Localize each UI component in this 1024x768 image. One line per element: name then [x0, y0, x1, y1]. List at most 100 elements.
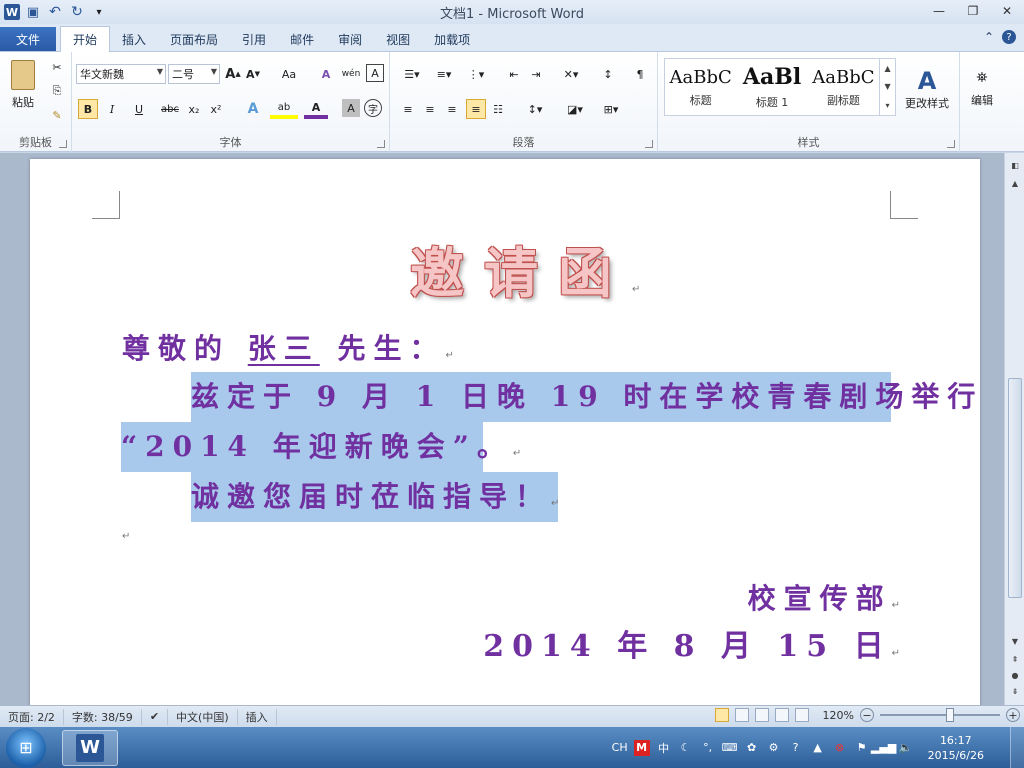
- invitation-title[interactable]: 邀请函↵: [410, 229, 640, 308]
- asian-layout-icon[interactable]: ✕▾: [558, 64, 584, 84]
- clear-formatting-button[interactable]: A: [316, 64, 336, 84]
- style-title[interactable]: AaBbC 标题: [665, 59, 736, 115]
- align-center-icon[interactable]: ≡: [420, 99, 440, 119]
- body-line-1[interactable]: 兹定于 9 月 1 日晚 19 时在学校青春剧场举行: [191, 372, 975, 422]
- word-app-icon[interactable]: W: [4, 4, 20, 20]
- zoom-level[interactable]: 120%: [823, 709, 854, 722]
- prev-page-icon[interactable]: ⇞: [1005, 651, 1024, 667]
- borders-icon[interactable]: ⊞▾: [598, 99, 624, 119]
- multilevel-list-icon[interactable]: ⋮▾: [462, 64, 490, 84]
- char-shading-button[interactable]: A: [342, 99, 360, 117]
- font-launcher-icon[interactable]: [377, 140, 385, 148]
- outline-view-icon[interactable]: [774, 708, 789, 722]
- next-page-icon[interactable]: ⇟: [1005, 683, 1024, 699]
- tab-insert[interactable]: 插入: [110, 27, 158, 51]
- underline-button[interactable]: U: [126, 99, 152, 119]
- language-indicator[interactable]: 中文(中国): [168, 708, 238, 725]
- styles-launcher-icon[interactable]: [947, 140, 955, 148]
- toolbox-icon[interactable]: ⚙: [766, 740, 782, 756]
- scroll-up-icon[interactable]: ▲: [1005, 175, 1024, 191]
- tab-page-layout[interactable]: 页面布局: [158, 27, 230, 51]
- shading-bucket-icon[interactable]: ◪▾: [562, 99, 588, 119]
- customize-qat-icon[interactable]: ▾: [90, 3, 108, 21]
- skin-icon[interactable]: ✿: [744, 740, 760, 756]
- full-screen-reading-icon[interactable]: [734, 708, 749, 722]
- paragraph-launcher-icon[interactable]: [645, 140, 653, 148]
- format-painter-icon[interactable]: ✎: [48, 106, 66, 124]
- font-color-button[interactable]: A: [304, 99, 328, 119]
- font-name-combo[interactable]: 华文新魏 ▼: [76, 64, 166, 84]
- tab-addins[interactable]: 加载项: [422, 27, 482, 51]
- change-styles-button[interactable]: A 更改样式: [898, 58, 956, 120]
- style-heading-1[interactable]: AaBl 标题 1: [736, 59, 807, 115]
- save-icon[interactable]: ▣: [24, 3, 42, 21]
- style-subtitle[interactable]: AaBbC 副标题: [808, 59, 879, 115]
- scroll-thumb[interactable]: [1008, 378, 1022, 598]
- font-size-combo[interactable]: 二号 ▼: [168, 64, 220, 84]
- help-icon[interactable]: ?: [1002, 30, 1016, 44]
- chevron-up-icon[interactable]: ▲: [884, 64, 890, 73]
- moon-icon[interactable]: ☾: [678, 740, 694, 756]
- empty-paragraph[interactable]: ↵: [122, 531, 130, 542]
- highlight-button[interactable]: ab: [270, 99, 298, 119]
- close-button[interactable]: ✕: [990, 0, 1024, 22]
- proofing-icon[interactable]: ✔: [142, 708, 169, 725]
- tab-references[interactable]: 引用: [230, 27, 278, 51]
- character-border-button[interactable]: A: [366, 64, 384, 82]
- scroll-down-icon[interactable]: ▼: [1005, 633, 1024, 649]
- minimize-ribbon-icon[interactable]: ⌃: [984, 30, 994, 44]
- numbering-icon[interactable]: ≡▾: [430, 64, 458, 84]
- text-effects-button[interactable]: A: [240, 99, 266, 119]
- minimize-button[interactable]: —: [922, 0, 956, 22]
- enclose-char-button[interactable]: 字: [364, 99, 382, 117]
- tab-home[interactable]: 开始: [60, 26, 111, 52]
- justify-icon[interactable]: ≡: [466, 99, 486, 119]
- bold-button[interactable]: B: [78, 99, 98, 119]
- subscript-button[interactable]: x₂: [184, 99, 204, 119]
- copy-icon[interactable]: ⎘: [48, 82, 66, 100]
- align-right-icon[interactable]: ≡: [442, 99, 462, 119]
- zoom-in-icon[interactable]: +: [1006, 708, 1020, 722]
- browse-object-icon[interactable]: ●: [1005, 667, 1024, 683]
- zoom-slider[interactable]: [880, 708, 1000, 722]
- tab-view[interactable]: 视图: [374, 27, 422, 51]
- network-icon[interactable]: ▂▄▆: [871, 740, 896, 756]
- vertical-scrollbar[interactable]: ◧ ▲ ▼ ⇞ ● ⇟: [1004, 153, 1024, 705]
- date-line[interactable]: 2014 年 8 月 15 日↵: [483, 621, 900, 665]
- page-counter[interactable]: 页面: 2/2: [0, 708, 64, 725]
- volume-icon[interactable]: 🔈: [898, 740, 914, 756]
- distributed-icon[interactable]: ☷: [488, 99, 508, 119]
- security-icon[interactable]: ⊗: [832, 740, 848, 756]
- body-line-2[interactable]: “2014 年迎新晚会”。↵: [121, 422, 521, 472]
- print-layout-view-icon[interactable]: [714, 708, 729, 722]
- align-left-icon[interactable]: ≡: [398, 99, 418, 119]
- undo-icon[interactable]: ↶: [46, 3, 64, 21]
- signature-line[interactable]: 校宣传部↵: [748, 577, 900, 617]
- notification-icon[interactable]: ⚑: [854, 740, 870, 756]
- editing-button[interactable]: ⛯ 编辑: [964, 58, 1000, 120]
- italic-button[interactable]: I: [102, 99, 122, 119]
- ime-indicator[interactable]: CH: [612, 741, 628, 754]
- keyboard-icon[interactable]: ⌨: [722, 740, 738, 756]
- tray-overflow-icon[interactable]: ▲: [810, 740, 826, 756]
- salutation-line[interactable]: 尊敬的 张三 先生：↵: [122, 327, 454, 367]
- decrease-indent-icon[interactable]: ⇤: [504, 64, 524, 84]
- tab-mailings[interactable]: 邮件: [278, 27, 326, 51]
- ime-zh-icon[interactable]: 中: [656, 740, 672, 756]
- draft-view-icon[interactable]: [794, 708, 809, 722]
- change-case-button[interactable]: Aa: [276, 64, 302, 84]
- zoom-out-icon[interactable]: −: [860, 708, 874, 722]
- tab-file[interactable]: 文件: [0, 27, 56, 51]
- word-count[interactable]: 字数: 38/59: [64, 708, 142, 725]
- help-tray-icon[interactable]: ?: [788, 740, 804, 756]
- start-button[interactable]: ⊞: [6, 727, 46, 768]
- zoom-slider-knob[interactable]: [946, 708, 954, 722]
- sort-icon[interactable]: ↕: [598, 64, 618, 84]
- document-page[interactable]: 邀请函↵ 尊敬的 张三 先生：↵ 兹定于 9 月 1 日晚 19 时在学校青春剧…: [30, 159, 980, 705]
- insert-mode[interactable]: 插入: [238, 708, 277, 725]
- show-marks-icon[interactable]: ¶: [630, 64, 650, 84]
- ime-m-icon[interactable]: M: [633, 739, 650, 756]
- show-desktop-button[interactable]: [1010, 727, 1024, 768]
- web-layout-icon[interactable]: [754, 708, 769, 722]
- shrink-font-button[interactable]: A ▼: [244, 64, 262, 84]
